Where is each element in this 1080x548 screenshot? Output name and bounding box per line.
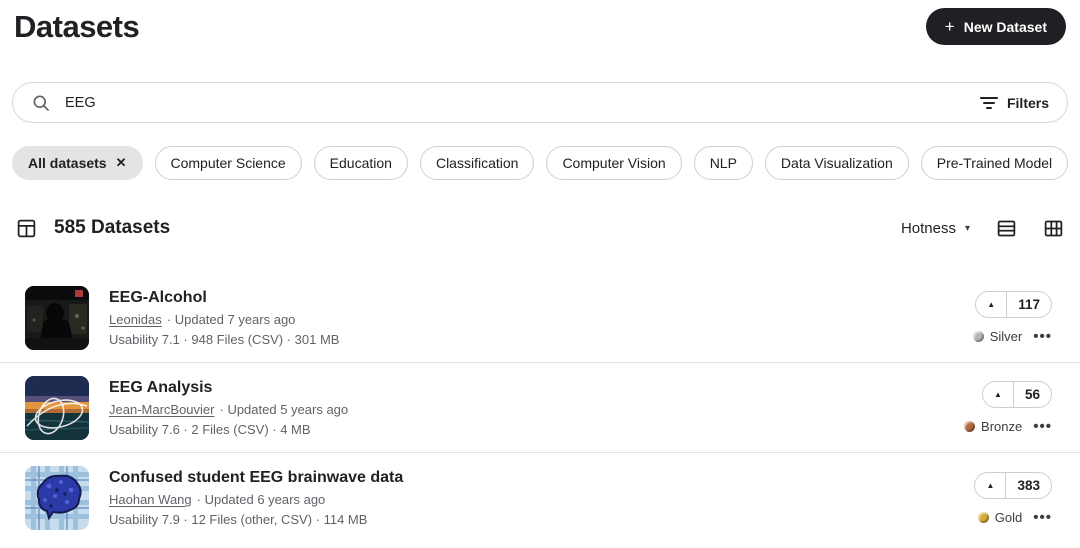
dataset-title[interactable]: EEG-Alcohol bbox=[109, 289, 339, 307]
results-count-group: 585 Datasets bbox=[16, 217, 170, 239]
chip-pre-trained-model[interactable]: Pre-Trained Model bbox=[921, 146, 1068, 180]
filter-icon bbox=[980, 96, 998, 110]
dataset-title[interactable]: Confused student EEG brainwave data bbox=[109, 469, 403, 487]
list-view-icon bbox=[996, 218, 1017, 239]
vote-count[interactable]: 383 bbox=[1006, 473, 1051, 498]
dataset-author[interactable]: Leonidas bbox=[109, 312, 162, 327]
bronze-medal-icon bbox=[964, 421, 975, 432]
dataset-title[interactable]: EEG Analysis bbox=[109, 379, 348, 397]
close-icon[interactable]: ✕ bbox=[116, 155, 127, 171]
table-icon bbox=[16, 218, 37, 239]
vote-pill: ▲ 56 bbox=[982, 381, 1052, 408]
chip-label: Education bbox=[330, 155, 392, 171]
dataset-info: EEG Analysis Jean-MarcBouvier · Updated … bbox=[109, 379, 348, 437]
chip-label: Data Visualization bbox=[781, 155, 893, 171]
chip-label: NLP bbox=[710, 155, 737, 171]
dataset-info: Confused student EEG brainwave data Haoh… bbox=[109, 469, 403, 527]
chip-label: All datasets bbox=[28, 155, 107, 171]
chip-education[interactable]: Education bbox=[314, 146, 408, 180]
dataset-actions: ▲ 56 Bronze ••• bbox=[964, 381, 1064, 434]
dataset-row: Confused student EEG brainwave data Haoh… bbox=[0, 453, 1080, 543]
dataset-author[interactable]: Haohan Wang bbox=[109, 492, 192, 507]
medal-line: Silver ••• bbox=[973, 329, 1052, 344]
dataset-thumbnail[interactable] bbox=[25, 466, 89, 530]
upvote-button[interactable]: ▲ bbox=[983, 382, 1014, 407]
chip-label: Pre-Trained Model bbox=[937, 155, 1052, 171]
more-options-icon[interactable]: ••• bbox=[1033, 510, 1052, 525]
dataset-subtitle: Leonidas · Updated 7 years ago bbox=[109, 312, 339, 327]
page-header: Datasets + New Dataset bbox=[0, 0, 1080, 50]
grid-view-icon bbox=[1043, 218, 1064, 239]
dataset-meta: Usability 7.6 · 2 Files (CSV) · 4 MB bbox=[109, 422, 348, 437]
medal-line: Bronze ••• bbox=[964, 419, 1052, 434]
sort-label: Hotness bbox=[901, 220, 956, 237]
vote-pill: ▲ 383 bbox=[974, 472, 1052, 499]
sort-dropdown[interactable]: Hotness ▾ bbox=[901, 220, 970, 237]
filters-label: Filters bbox=[1007, 95, 1049, 111]
grid-view-button[interactable] bbox=[1043, 218, 1064, 239]
chip-label: Computer Vision bbox=[562, 155, 665, 171]
plus-icon: + bbox=[945, 18, 955, 35]
chip-nlp[interactable]: NLP bbox=[694, 146, 753, 180]
dataset-updated: · Updated 7 years ago bbox=[167, 312, 296, 327]
new-dataset-label: New Dataset bbox=[964, 19, 1047, 35]
vote-count[interactable]: 56 bbox=[1014, 382, 1051, 407]
search-bar: Filters bbox=[12, 82, 1068, 123]
vote-count[interactable]: 117 bbox=[1007, 292, 1051, 317]
dataset-list: EEG-Alcohol Leonidas · Updated 7 years a… bbox=[0, 273, 1080, 543]
page-title: Datasets bbox=[14, 8, 139, 46]
medal-label: Silver bbox=[990, 329, 1023, 344]
dataset-thumbnail[interactable] bbox=[25, 376, 89, 440]
medal-label: Bronze bbox=[981, 419, 1022, 434]
search-input[interactable] bbox=[65, 95, 980, 111]
dataset-subtitle: Jean-MarcBouvier · Updated 5 years ago bbox=[109, 402, 348, 417]
silver-medal-icon bbox=[973, 331, 984, 342]
dataset-meta: Usability 7.1 · 948 Files (CSV) · 301 MB bbox=[109, 332, 339, 347]
dataset-author[interactable]: Jean-MarcBouvier bbox=[109, 402, 215, 417]
results-header: 585 Datasets Hotness ▾ bbox=[16, 217, 1064, 239]
chip-label: Computer Science bbox=[171, 155, 286, 171]
list-view-button[interactable] bbox=[996, 218, 1017, 239]
chip-computer-science[interactable]: Computer Science bbox=[155, 146, 302, 180]
dataset-actions: ▲ 117 Silver ••• bbox=[973, 291, 1064, 344]
medal-line: Gold ••• bbox=[978, 510, 1052, 525]
results-count: 585 Datasets bbox=[54, 217, 170, 239]
vote-pill: ▲ 117 bbox=[975, 291, 1052, 318]
dataset-thumbnail[interactable] bbox=[25, 286, 89, 350]
more-options-icon[interactable]: ••• bbox=[1033, 419, 1052, 434]
search-icon bbox=[31, 93, 51, 113]
chip-classification[interactable]: Classification bbox=[420, 146, 534, 180]
dataset-row: EEG-Alcohol Leonidas · Updated 7 years a… bbox=[0, 273, 1080, 363]
gold-medal-icon bbox=[978, 512, 989, 523]
dataset-row: EEG Analysis Jean-MarcBouvier · Updated … bbox=[0, 363, 1080, 453]
results-controls: Hotness ▾ bbox=[901, 218, 1064, 239]
dataset-updated: · Updated 5 years ago bbox=[220, 402, 349, 417]
chevron-down-icon: ▾ bbox=[965, 223, 970, 234]
medal-label: Gold bbox=[995, 510, 1022, 525]
upvote-button[interactable]: ▲ bbox=[976, 292, 1007, 317]
dataset-meta: Usability 7.9 · 12 Files (other, CSV) · … bbox=[109, 512, 403, 527]
dataset-updated: · Updated 6 years ago bbox=[197, 492, 326, 507]
dataset-subtitle: Haohan Wang · Updated 6 years ago bbox=[109, 492, 403, 507]
chip-all-datasets[interactable]: All datasets ✕ bbox=[12, 146, 143, 180]
more-options-icon[interactable]: ••• bbox=[1033, 329, 1052, 344]
upvote-button[interactable]: ▲ bbox=[975, 473, 1006, 498]
chip-data-visualization[interactable]: Data Visualization bbox=[765, 146, 909, 180]
chip-computer-vision[interactable]: Computer Vision bbox=[546, 146, 681, 180]
filter-chips: All datasets ✕ Computer Science Educatio… bbox=[12, 146, 1068, 180]
dataset-info: EEG-Alcohol Leonidas · Updated 7 years a… bbox=[109, 289, 339, 347]
dataset-actions: ▲ 383 Gold ••• bbox=[974, 472, 1064, 525]
chip-label: Classification bbox=[436, 155, 518, 171]
new-dataset-button[interactable]: + New Dataset bbox=[926, 8, 1066, 45]
filters-button[interactable]: Filters bbox=[980, 95, 1049, 111]
